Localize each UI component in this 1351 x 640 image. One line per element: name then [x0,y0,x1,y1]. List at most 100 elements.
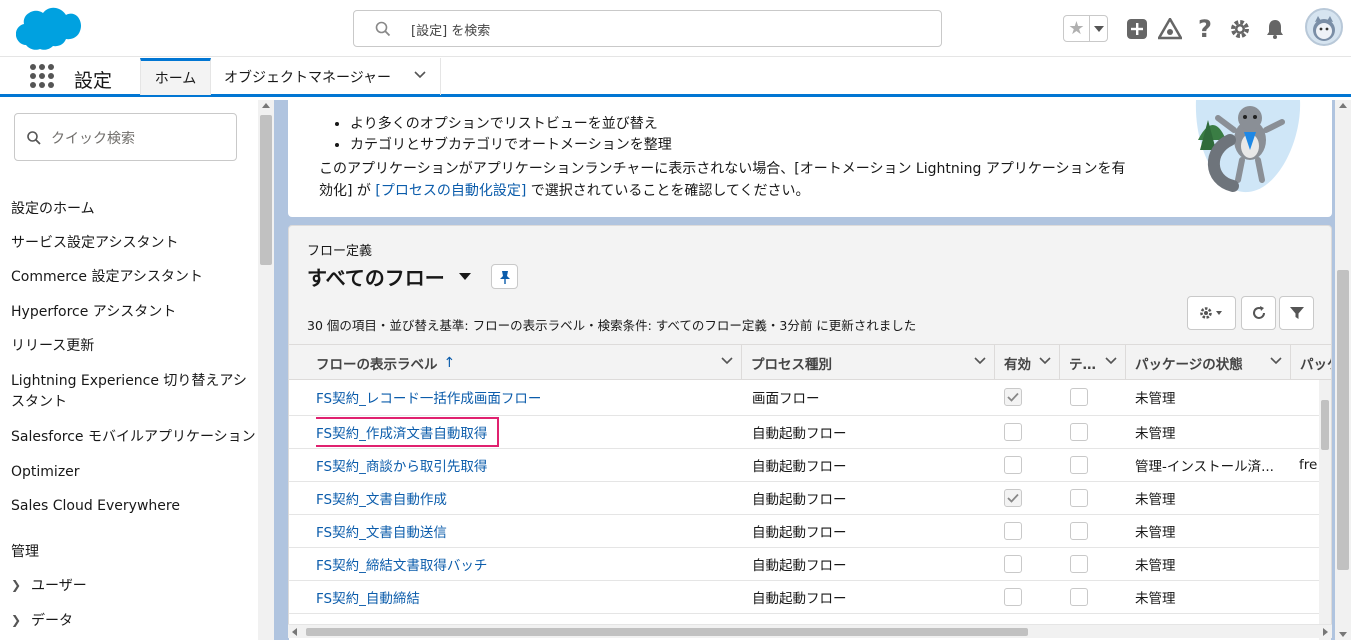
list-view-dropdown-icon[interactable] [458,273,471,280]
tab-object-manager[interactable]: オブジェクトマネージャー [211,58,441,95]
global-search-placeholder: [設定] を検索 [411,24,491,39]
sidebar-item-hyperforce-assistant[interactable]: Hyperforce アシスタント [11,302,176,323]
chevron-right-icon[interactable]: ❯ [11,613,31,627]
filter-button[interactable] [1279,296,1314,330]
test-checkbox [1070,588,1088,606]
table-row[interactable]: FS契約_商談から取引先取得 自動起動フロー 管理-インストール済... fre [289,449,1319,482]
flow-label-cell[interactable]: FS契約_商談から取引先取得 [316,449,736,481]
pin-list-view-button[interactable] [491,264,518,289]
scroll-up-arrow-icon[interactable] [1339,103,1347,108]
flow-label-cell[interactable]: FS契約_文書自動送信 [316,515,736,547]
sidebar-tree-data[interactable]: ❯ データ [11,610,73,630]
sidebar-scrollbar[interactable] [258,100,274,640]
favorites-dropdown-icon[interactable] [1089,16,1107,41]
table-scrollbar[interactable] [1319,380,1331,640]
chevron-down-icon[interactable] [414,71,426,79]
flow-label-cell[interactable]: FS契約_作成済文書自動取得 [316,416,736,448]
test-checkbox [1070,555,1088,573]
flow-label-link[interactable]: FS契約_文書自動作成 [316,488,447,508]
test-cell [1070,482,1088,514]
chevron-down-icon[interactable] [1105,357,1117,365]
tab-home[interactable]: ホーム [140,58,211,95]
table-row[interactable]: FS契約_作成済文書自動取得 自動起動フロー 未管理 [289,416,1319,449]
chevron-right-icon[interactable]: ❯ [11,578,31,592]
column-header-package[interactable]: パッケ [1291,345,1331,380]
flow-label-link[interactable]: FS契約_レコード一括作成画面フロー [316,387,541,407]
main-scrollbar[interactable] [1335,100,1351,640]
test-cell [1070,581,1088,613]
flow-label-cell[interactable]: FS契約_レコード一括作成画面フロー [316,380,736,414]
sidebar-item-optimizer[interactable]: Optimizer [11,462,80,483]
chevron-down-icon[interactable] [1270,357,1282,365]
process-type-cell: 自動起動フロー [752,426,847,442]
chevron-down-icon[interactable] [721,357,733,365]
sidebar-tree-data-label: データ [31,613,73,629]
table-row[interactable]: FS契約_文書自動作成 自動起動フロー 未管理 [289,482,1319,515]
sidebar-item-service-setup-assistant[interactable]: サービス設定アシスタント [11,233,178,254]
sidebar-tree-users[interactable]: ❯ ユーザー [11,575,87,595]
sidebar-scrollbar-thumb[interactable] [260,115,272,265]
flow-label-link[interactable]: FS契約_締結文書取得バッチ [316,554,487,574]
flow-label-cell[interactable]: FS契約_締結文書取得バッチ [316,548,736,580]
app-launcher-icon[interactable] [30,64,54,88]
flow-label-link[interactable]: FS契約_商談から取引先取得 [316,455,487,475]
sort-ascending-icon[interactable]: ↑ [444,355,456,371]
list-view-settings-button[interactable] [1187,296,1236,330]
quick-search-input[interactable]: クイック検索 [14,113,237,161]
refresh-button[interactable] [1241,296,1276,330]
flow-label-cell[interactable]: FS契約_自動締結 [316,581,736,613]
pin-icon [499,270,510,284]
setup-gear-icon[interactable] [1227,16,1253,42]
package-status-cell: 管理-インストール済... [1135,459,1274,475]
sidebar-item-commerce-setup-assistant[interactable]: Commerce 設定アシスタント [11,267,203,288]
scroll-right-arrow-icon[interactable] [1323,628,1328,636]
scroll-up-arrow-icon[interactable] [262,103,270,108]
column-header-flow-label[interactable]: フローの表示ラベル ↑ [289,345,742,380]
table-row[interactable]: FS契約_締結文書取得バッチ 自動起動フロー 未管理 [289,548,1319,581]
search-icon [27,131,41,145]
favorites-star-icon[interactable]: ★ [1064,16,1089,41]
global-search-box[interactable]: [設定] を検索 [353,10,942,47]
test-checkbox [1070,522,1088,540]
sidebar-item-sales-cloud-everywhere[interactable]: Sales Cloud Everywhere [11,496,180,517]
flow-label-link[interactable]: FS契約_文書自動送信 [316,521,447,541]
list-view-info: 30 個の項目・並び替え基準: フローの表示ラベル・検索条件: すべてのフロー定… [307,318,917,333]
help-icon[interactable]: ? [1192,15,1218,43]
chevron-down-icon[interactable] [1039,357,1051,365]
salesforce-logo[interactable] [16,7,82,51]
column-header-label: テ… [1069,356,1096,373]
process-type-cell: 画面フロー [752,391,820,407]
trailhead-icon[interactable] [1157,16,1183,42]
main-scrollbar-thumb[interactable] [1337,270,1349,570]
table-row[interactable]: FS契約_自動締結 自動起動フロー 未管理 [289,581,1319,614]
scroll-down-arrow-icon[interactable] [1339,632,1347,637]
list-view-title[interactable]: すべてのフロー [307,262,471,291]
chevron-down-icon[interactable] [974,357,986,365]
column-header-test[interactable]: テ… [1060,345,1126,380]
notifications-bell-icon[interactable] [1262,16,1288,42]
intro-bullet: カテゴリとサブカテゴリでオートメーションを整理 [350,135,672,156]
scroll-left-arrow-icon[interactable] [292,628,297,636]
active-cell [1004,449,1022,481]
column-header-package-status[interactable]: パッケージの状態 [1126,345,1291,380]
flow-label-link[interactable]: FS契約_自動締結 [316,587,420,607]
add-icon[interactable] [1124,16,1150,42]
sidebar-item-setup-home[interactable]: 設定のホーム [11,199,95,220]
table-row[interactable]: FS契約_文書自動送信 自動起動フロー 未管理 [289,515,1319,548]
horizontal-scrollbar-thumb[interactable] [306,628,1028,636]
sidebar-item-lightning-transition-assistant[interactable]: Lightning Experience 切り替えアシスタント [11,371,251,413]
table-row[interactable]: FS契約_レコード一括作成画面フロー 画面フロー 未管理 [289,380,1319,416]
flow-label-cell[interactable]: FS契約_文書自動作成 [316,482,736,514]
table-scrollbar-thumb[interactable] [1321,400,1329,450]
context-bar: 設定 ホーム オブジェクトマネージャー [0,57,1351,97]
sidebar-item-salesforce-mobile-app[interactable]: Salesforce モバイルアプリケーション [11,427,256,448]
horizontal-scrollbar[interactable] [288,624,1332,638]
process-automation-settings-link[interactable]: [プロセスの自動化設定] [375,183,526,199]
column-header-active[interactable]: 有効 [995,345,1060,380]
active-checkbox [1004,489,1022,507]
sidebar-item-release-updates[interactable]: リリース更新 [11,336,94,357]
column-header-process-type[interactable]: プロセス種別 [742,345,995,380]
user-avatar[interactable] [1305,8,1343,46]
flow-label-link-highlighted[interactable]: FS契約_作成済文書自動取得 [316,417,500,447]
active-checkbox [1004,456,1022,474]
